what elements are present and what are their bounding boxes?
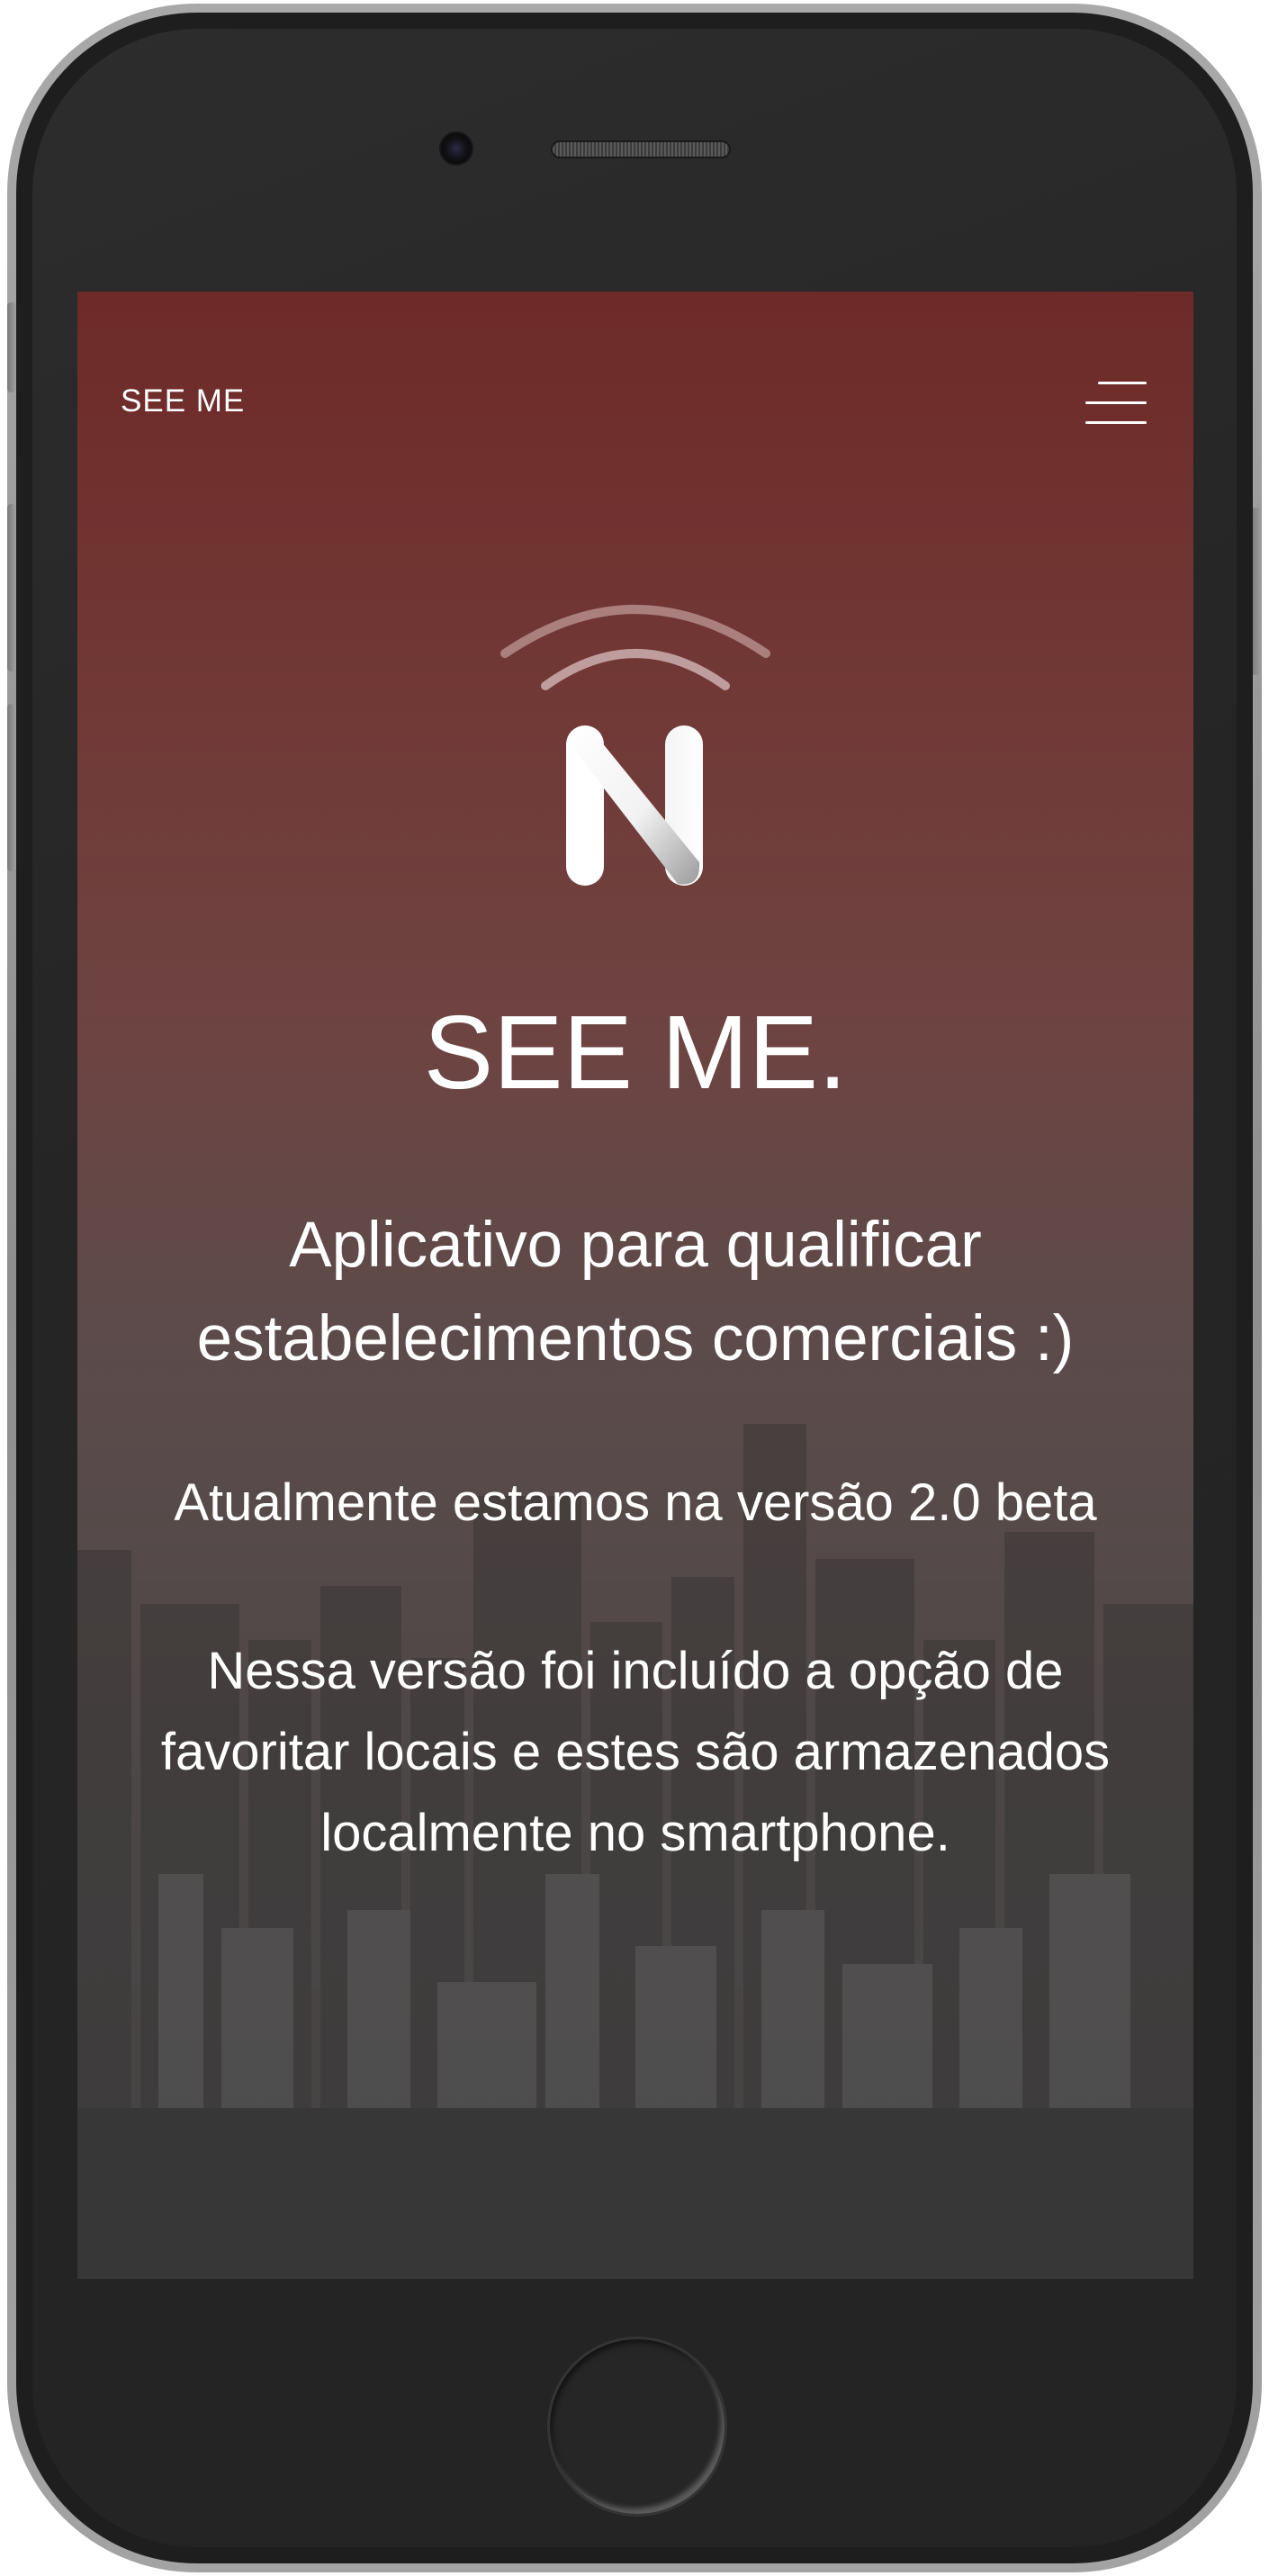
volume-up-button — [7, 504, 16, 671]
front-camera-icon — [439, 131, 473, 166]
home-button[interactable] — [547, 2337, 727, 2517]
menu-line — [1085, 401, 1147, 404]
hero-title: SEE ME. — [423, 994, 848, 1111]
earpiece-speaker — [551, 140, 731, 158]
description-line: favoritar locais e estes são armazenados — [160, 1723, 1111, 1781]
description-text: Nessa versão foi incluído a opção de fav… — [104, 1631, 1166, 1874]
description-line: localmente no smartphone. — [320, 1804, 950, 1862]
hero-subtitle-line: estabelecimentos comerciais :) — [196, 1303, 1075, 1374]
hero-subtitle: Aplicativo para qualificar estabelecimen… — [131, 1199, 1139, 1386]
hamburger-menu-icon[interactable] — [1085, 378, 1147, 428]
menu-line — [1098, 382, 1147, 384]
navbar-brand[interactable]: SEE ME — [121, 383, 245, 419]
silent-switch — [7, 302, 16, 392]
volume-down-button — [7, 704, 16, 871]
hero-subtitle-line: Aplicativo para qualificar — [289, 1210, 982, 1281]
version-text: Atualmente estamos na versão 2.0 beta — [174, 1473, 1097, 1532]
app-screen: SEE ME SEE ME. Aplicativo para qualifica… — [77, 292, 1193, 2279]
phone-frame: SEE ME SEE ME. Aplicativo para qualifica… — [7, 4, 1262, 2572]
description-line: Nessa versão foi incluído a opção de — [207, 1642, 1064, 1700]
menu-line — [1085, 421, 1147, 424]
signal-n-logo-icon — [500, 605, 770, 886]
